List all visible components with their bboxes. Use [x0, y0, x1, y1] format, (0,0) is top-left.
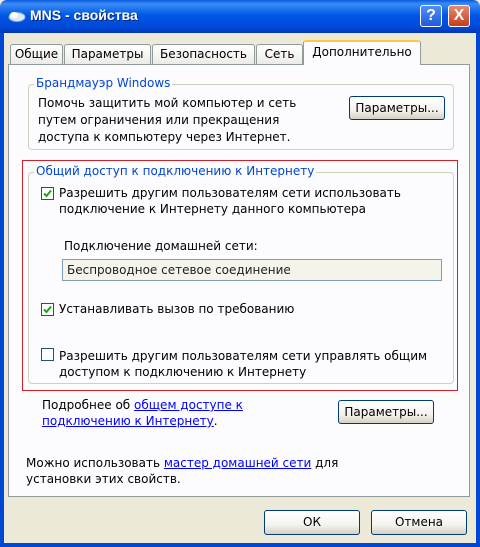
firewall-settings-button[interactable]: Параметры...: [349, 96, 445, 120]
more-info-line2: подключению к Интернету.: [42, 412, 218, 430]
window-frame-left: [0, 33, 4, 547]
firewall-description-line2: путем ограничения или прекращения: [38, 113, 280, 127]
window-title: MNS - свойства: [30, 7, 138, 23]
ics-settings-button[interactable]: Параметры...: [338, 400, 434, 424]
tab-general[interactable]: Общие: [10, 44, 63, 64]
wizard-suffix: для: [311, 456, 339, 470]
firewall-description-line3: доступа к компьютеру через Интернет.: [38, 130, 291, 144]
tab-security[interactable]: Безопасность: [152, 44, 255, 64]
ics-help-link[interactable]: общем доступе к: [134, 398, 243, 412]
close-button[interactable]: X: [448, 5, 470, 27]
window-frame-bottom: [0, 543, 480, 547]
network-connection-icon: [8, 12, 26, 22]
home-network-wizard-link[interactable]: мастер домашней сети: [164, 456, 311, 470]
wizard-prefix: Можно использовать: [26, 456, 164, 470]
firewall-legend: Брандмауэр Windows: [34, 76, 173, 90]
tab-advanced[interactable]: Дополнительно: [303, 40, 421, 65]
tab-networking[interactable]: Сеть: [256, 44, 303, 64]
title-bar[interactable]: MNS - свойства ? X: [0, 0, 480, 33]
ics-help-link-cont[interactable]: подключению к Интернету: [42, 414, 214, 428]
highlight-frame: [22, 160, 458, 391]
wizard-line2: установки этих свойств.: [26, 472, 181, 486]
more-info-prefix: Подробнее об: [42, 398, 135, 412]
cancel-button[interactable]: Отмена: [371, 510, 467, 535]
tab-options[interactable]: Параметры: [64, 44, 151, 64]
ok-button[interactable]: ОК: [264, 510, 360, 535]
firewall-description-line1: Помочь защитить мой компьютер и сеть: [38, 96, 297, 110]
help-button[interactable]: ?: [420, 5, 442, 27]
more-info-suffix: .: [213, 414, 218, 428]
window-frame-right: [476, 33, 480, 547]
